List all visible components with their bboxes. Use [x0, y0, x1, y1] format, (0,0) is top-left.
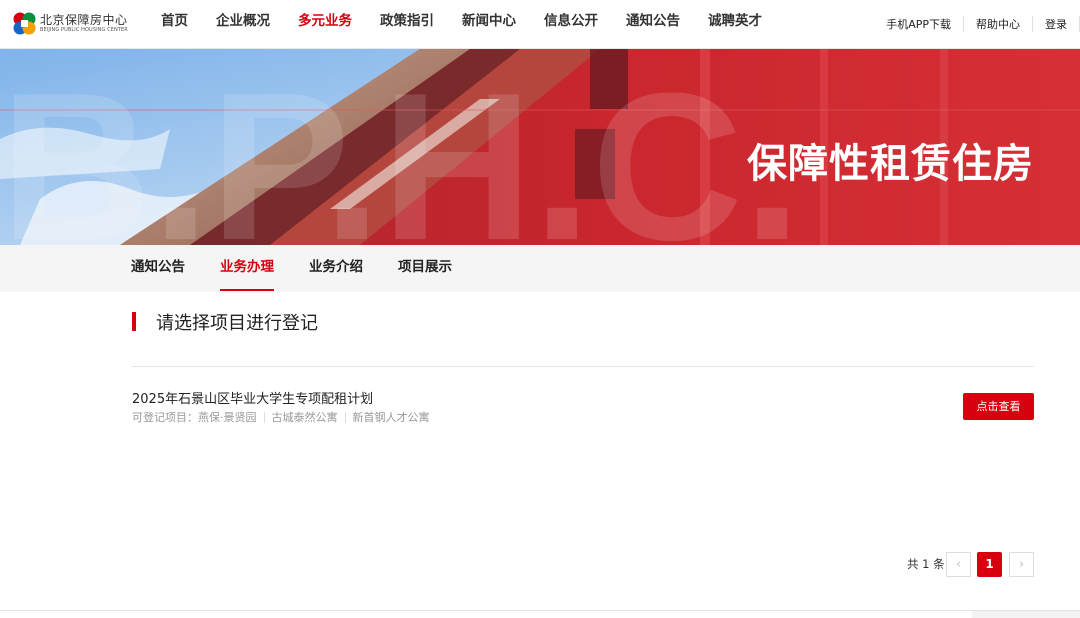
projects-label: 可登记项目： [132, 411, 198, 424]
banner-title: 保障性租赁住房 [747, 141, 1034, 187]
prev-page-button[interactable]: ‹ [946, 552, 971, 577]
next-page-button[interactable]: › [1009, 552, 1034, 577]
nav-item-company[interactable]: 企业概况 [202, 0, 284, 49]
view-details-button[interactable]: 点击查看 [963, 393, 1034, 420]
section-marker [132, 312, 136, 331]
footer-edge [972, 611, 1080, 618]
item-projects: 可登记项目： 燕保·景贤园 古城泰然公寓 新首钢人才公寓 [132, 409, 430, 425]
tab-notices[interactable]: 通知公告 [131, 245, 185, 292]
help-center-link[interactable]: 帮助中心 [964, 16, 1032, 32]
banner-watermark: B.P.H.C. [0, 49, 801, 245]
page-number-current[interactable]: 1 [977, 552, 1002, 577]
hero-banner: B.P.H.C. 保障性租赁住房 [0, 49, 1080, 245]
tab-label: 业务办理 [220, 259, 274, 275]
logo-mark-icon [13, 12, 36, 35]
nav-item-home[interactable]: 首页 [147, 0, 202, 49]
nav-item-careers[interactable]: 诚聘英才 [694, 0, 776, 49]
login-link[interactable]: 登录 [1033, 16, 1079, 32]
nav-item-business[interactable]: 多元业务 [284, 0, 366, 49]
project-name: 燕保·景贤园 [198, 411, 257, 424]
nav-item-policy[interactable]: 政策指引 [366, 0, 448, 49]
section-divider [132, 366, 1034, 367]
top-header: 北京保障房中心 BEIJING PUBLIC HOUSING CENTER 首页… [0, 0, 1080, 49]
divider [344, 411, 346, 423]
total-count: 共 1 条 [907, 557, 945, 571]
nav-item-notices[interactable]: 通知公告 [612, 0, 694, 49]
nav-item-disclosure[interactable]: 信息公开 [530, 0, 612, 49]
sub-nav: 通知公告 业务办理 业务介绍 项目展示 [0, 245, 1080, 292]
utility-links: 手机APP下载 帮助中心 登录 [874, 14, 1080, 34]
logo-text-cn: 北京保障房中心 [40, 13, 128, 27]
divider [263, 411, 265, 423]
main-nav: 首页 企业概况 多元业务 政策指引 新闻中心 信息公开 通知公告 诚聘英才 [147, 0, 776, 49]
site-logo[interactable]: 北京保障房中心 BEIJING PUBLIC HOUSING CENTER [12, 10, 128, 38]
project-name: 新首钢人才公寓 [352, 411, 430, 424]
app-download-link[interactable]: 手机APP下载 [874, 16, 963, 32]
tab-project-showcase[interactable]: 项目展示 [398, 245, 452, 292]
item-title[interactable]: 2025年石景山区毕业大学生专项配租计划 [132, 388, 373, 407]
active-tab-indicator [220, 289, 274, 291]
tab-business-intro[interactable]: 业务介绍 [309, 245, 363, 292]
footer-divider [0, 610, 1080, 611]
tab-business-handling[interactable]: 业务办理 [220, 245, 274, 292]
nav-item-news[interactable]: 新闻中心 [448, 0, 530, 49]
project-name: 古城泰然公寓 [271, 411, 338, 424]
section-title: 请选择项目进行登记 [156, 313, 318, 334]
logo-text-en: BEIJING PUBLIC HOUSING CENTER [40, 27, 128, 33]
